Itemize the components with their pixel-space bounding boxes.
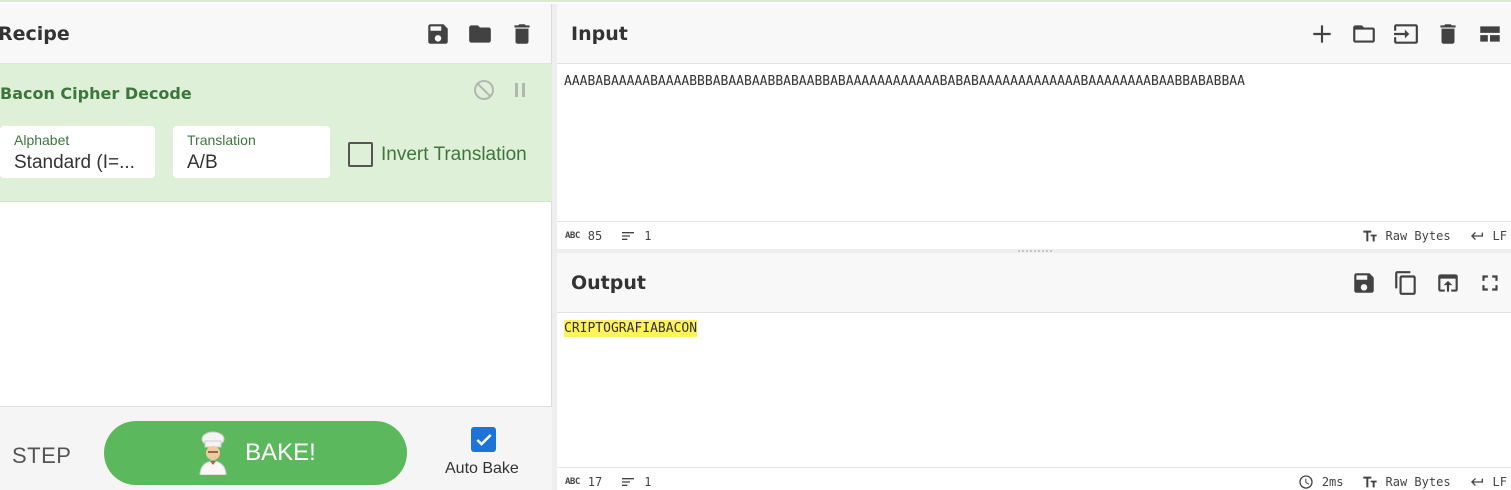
operation-title: Bacon Cipher Decode bbox=[0, 84, 192, 103]
return-arrow-icon bbox=[1470, 477, 1483, 486]
bake-label: BAKE! bbox=[245, 439, 316, 466]
replace-input-button[interactable] bbox=[1427, 262, 1469, 304]
output-status-bar: ABC 17 1 2ms Raw Bytes LF bbox=[557, 467, 1511, 490]
bake-controls: STEP BAKE! Auto Bake bbox=[0, 406, 552, 490]
maximise-output-button[interactable] bbox=[1469, 262, 1511, 304]
invert-translation-option[interactable]: Invert Translation bbox=[348, 142, 527, 167]
disable-icon[interactable] bbox=[472, 78, 496, 102]
copy-output-button[interactable] bbox=[1385, 262, 1427, 304]
layout-icon bbox=[1480, 25, 1500, 42]
trash-icon bbox=[1440, 23, 1456, 44]
clear-recipe-button[interactable] bbox=[501, 13, 543, 55]
translation-select[interactable]: Translation A/B bbox=[173, 126, 330, 178]
open-folder-button[interactable] bbox=[1385, 13, 1427, 55]
fullscreen-icon bbox=[1482, 274, 1498, 291]
plus-icon bbox=[1313, 24, 1331, 43]
alphabet-label: Alphabet bbox=[14, 132, 70, 148]
input-encoding-button[interactable]: Raw Bytes bbox=[1362, 228, 1451, 244]
save-recipe-button[interactable] bbox=[417, 13, 459, 55]
reset-layout-button[interactable] bbox=[1469, 13, 1511, 55]
folder-open-icon bbox=[1353, 24, 1375, 43]
load-recipe-button[interactable] bbox=[459, 13, 501, 55]
translation-label: Translation bbox=[187, 132, 256, 148]
pause-icon[interactable] bbox=[508, 78, 532, 102]
alphabet-select[interactable]: Alphabet Standard (I=... bbox=[0, 126, 155, 178]
add-tab-button[interactable] bbox=[1301, 13, 1343, 55]
lines-icon bbox=[622, 231, 635, 240]
abc-icon: ABC bbox=[565, 230, 580, 241]
save-output-button[interactable] bbox=[1343, 262, 1385, 304]
input-eol: LF bbox=[1492, 228, 1507, 243]
recipe-header: Recipe bbox=[0, 4, 551, 64]
auto-bake-label: Auto Bake bbox=[445, 460, 519, 477]
return-arrow-icon bbox=[1470, 231, 1483, 240]
output-header: Output bbox=[557, 253, 1511, 313]
trash-icon bbox=[514, 23, 530, 44]
invert-translation-checkbox[interactable] bbox=[348, 142, 373, 167]
input-encoding: Raw Bytes bbox=[1385, 228, 1451, 243]
lines-icon bbox=[622, 477, 635, 486]
translation-value: A/B bbox=[187, 152, 218, 173]
folder-icon bbox=[469, 24, 491, 43]
operation-bacon-cipher-decode: Bacon Cipher Decode Alphabet Standard (I… bbox=[0, 64, 552, 202]
input-eol-button[interactable]: LF bbox=[1469, 228, 1507, 244]
clear-input-button[interactable] bbox=[1427, 13, 1469, 55]
step-button[interactable]: STEP bbox=[12, 443, 71, 469]
output-pane: Output CRIPTOGRAFIABACON ABC 17 1 2ms Ra… bbox=[557, 253, 1511, 490]
save-icon bbox=[1354, 272, 1374, 293]
copy-icon bbox=[1395, 270, 1416, 295]
input-text[interactable]: AAABABAAAAABAAAABBBABAABAABBABAABBABAAAA… bbox=[564, 74, 1245, 89]
clock-icon bbox=[1299, 474, 1313, 489]
alphabet-value: Standard (I=... bbox=[14, 152, 135, 173]
input-pane: Input AAABABAAAAABAAAABBBABAABAABBABAABB… bbox=[557, 4, 1511, 249]
input-lines: 1 bbox=[644, 228, 652, 243]
output-title: Output bbox=[571, 271, 646, 294]
checkmark-icon bbox=[475, 433, 492, 446]
input-length: 85 bbox=[587, 228, 603, 243]
output-eol: LF bbox=[1492, 474, 1507, 489]
save-icon bbox=[428, 23, 448, 44]
input-title: Input bbox=[571, 22, 628, 45]
move-to-input-icon bbox=[1438, 273, 1458, 292]
input-header: Input bbox=[557, 4, 1511, 64]
output-eol-button[interactable]: LF bbox=[1469, 474, 1507, 490]
output-length: 17 bbox=[587, 474, 603, 489]
open-file-button[interactable] bbox=[1343, 13, 1385, 55]
output-encoding: Raw Bytes bbox=[1385, 474, 1451, 489]
bake-button[interactable]: BAKE! bbox=[104, 421, 407, 485]
auto-bake-checkbox[interactable] bbox=[471, 427, 496, 452]
bake-time: 2ms bbox=[1321, 474, 1344, 489]
text-size-icon bbox=[1362, 476, 1377, 487]
input-status-bar: ABC 85 1 Raw Bytes LF bbox=[557, 221, 1511, 249]
input-icon bbox=[1394, 23, 1418, 44]
text-size-icon bbox=[1362, 230, 1377, 241]
invert-translation-label: Invert Translation bbox=[381, 143, 527, 165]
chef-icon bbox=[199, 431, 227, 475]
output-lines: 1 bbox=[644, 474, 652, 489]
recipe-pane: Recipe Bacon Cipher Decode Alphabet Stan… bbox=[0, 4, 552, 490]
output-encoding-button[interactable]: Raw Bytes bbox=[1362, 474, 1451, 490]
cyberchef-app: Recipe Bacon Cipher Decode Alphabet Stan… bbox=[0, 0, 1511, 490]
output-text[interactable]: CRIPTOGRAFIABACON bbox=[564, 320, 698, 337]
recipe-title: Recipe bbox=[0, 22, 70, 45]
abc-icon: ABC bbox=[565, 476, 580, 487]
